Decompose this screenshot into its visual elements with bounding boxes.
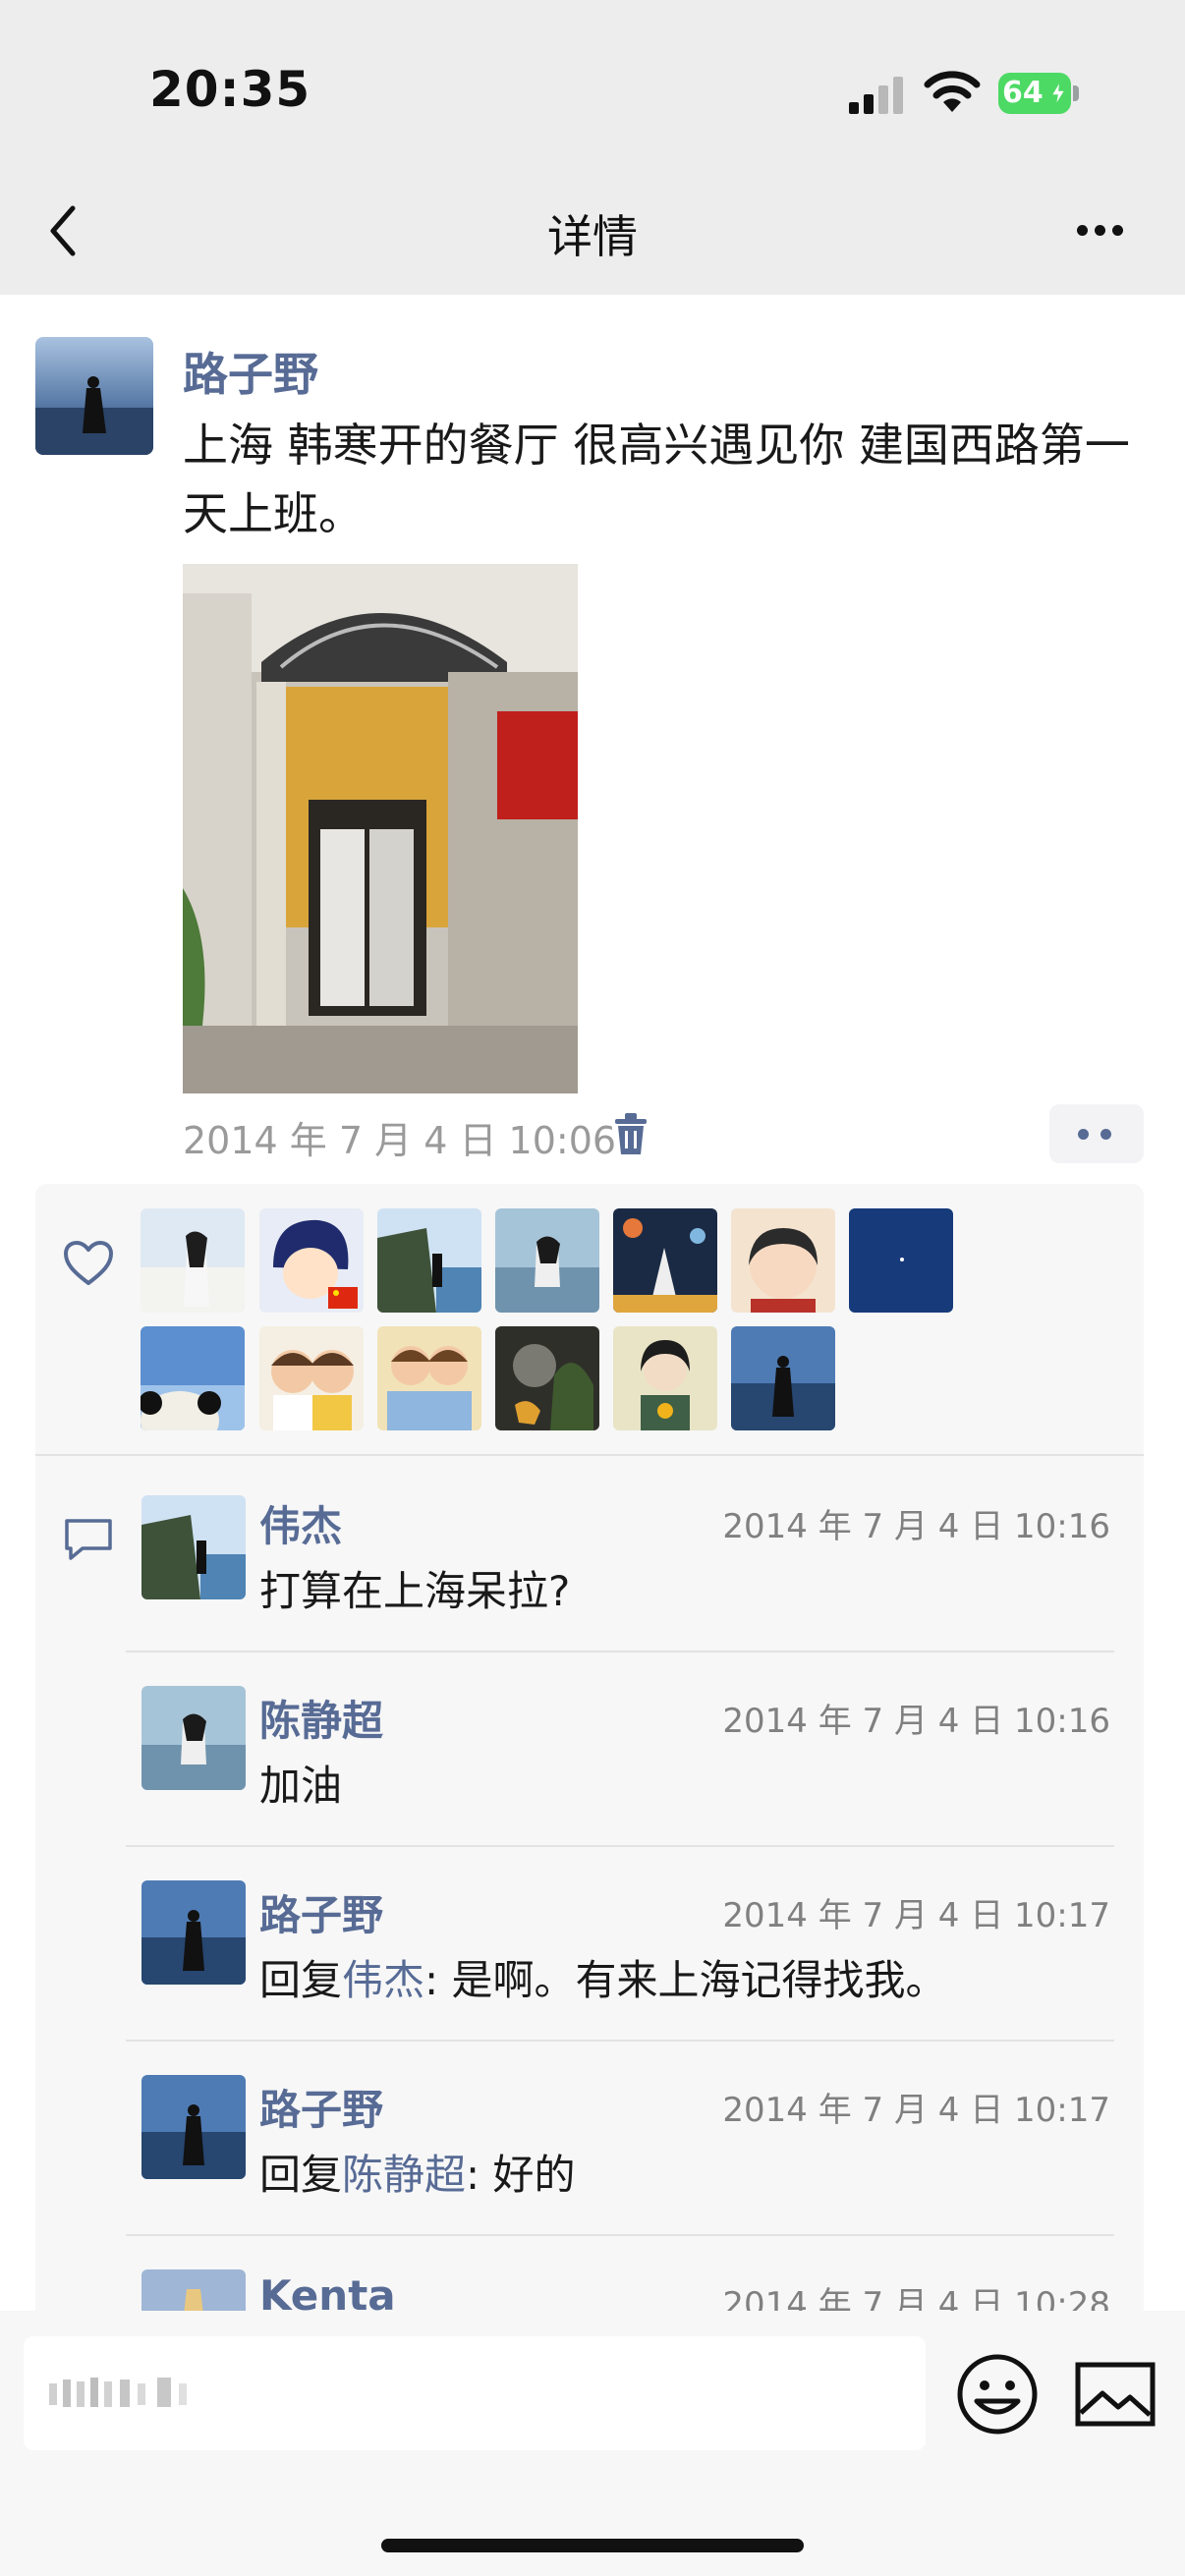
commenter-avatar[interactable] xyxy=(141,1880,246,1985)
reply-to-name[interactable]: 伟杰 xyxy=(342,1956,424,2004)
comment-divider xyxy=(126,1845,1114,1847)
comment-divider xyxy=(126,1651,1114,1652)
post-timestamp: 2014 年 7 月 4 日 10:06 xyxy=(183,1119,617,1162)
top-bar: 20:35 64 详情 xyxy=(0,0,1185,295)
wifi-icon xyxy=(924,71,981,112)
commenter-avatar[interactable] xyxy=(141,1686,246,1790)
liker-avatar[interactable] xyxy=(495,1326,599,1430)
comment-timestamp: 2014 年 7 月 4 日 10:17 xyxy=(722,1896,1110,1935)
liker-avatar[interactable] xyxy=(141,1208,245,1313)
post-photo[interactable] xyxy=(183,564,578,1093)
comment-text[interactable]: 回复伟杰: 是啊。有来上海记得找我。 xyxy=(259,1947,947,2007)
liker-avatar[interactable] xyxy=(259,1208,364,1313)
emoji-icon[interactable] xyxy=(955,2352,1040,2436)
liker-avatar[interactable] xyxy=(613,1326,717,1430)
commenter-name[interactable]: 路子野 xyxy=(259,1882,383,1942)
liker-avatar[interactable] xyxy=(141,1326,245,1430)
heart-icon xyxy=(64,1241,113,1285)
reply-prefix: 回复 xyxy=(259,1956,343,2004)
comment-text[interactable]: 加油 xyxy=(259,1753,342,1813)
commenter-avatar[interactable] xyxy=(141,2075,246,2179)
liker-avatar[interactable] xyxy=(377,1326,481,1430)
commenter-name[interactable]: 路子野 xyxy=(259,2077,383,2137)
comment-divider xyxy=(126,2234,1114,2236)
reply-to-name[interactable]: 陈静超 xyxy=(342,2151,466,2199)
comment-timestamp: 2014 年 7 月 4 日 10:16 xyxy=(722,1507,1110,1546)
post-actions-button[interactable] xyxy=(1049,1104,1144,1163)
liker-avatar[interactable] xyxy=(377,1208,481,1313)
image-icon[interactable] xyxy=(1075,2362,1156,2427)
liker-avatar[interactable] xyxy=(495,1208,599,1313)
cellular-signal-icon xyxy=(849,77,903,114)
author-avatar[interactable] xyxy=(35,337,153,455)
comment-text[interactable]: 回复陈静超: 好的 xyxy=(259,2142,576,2202)
comment-text[interactable]: 打算在上海呆拉? xyxy=(259,1558,570,1618)
liker-avatar[interactable] xyxy=(731,1208,835,1313)
liker-avatar[interactable] xyxy=(259,1326,364,1430)
commenter-name[interactable]: 陈静超 xyxy=(259,1688,383,1748)
reply-body: : 好的 xyxy=(466,2151,576,2199)
comment-icon xyxy=(65,1519,112,1560)
home-indicator xyxy=(381,2539,804,2552)
author-name[interactable]: 路子野 xyxy=(183,339,318,404)
likes-divider xyxy=(35,1454,1144,1456)
comment-timestamp: 2014 年 7 月 4 日 10:16 xyxy=(722,1702,1110,1741)
commenter-name[interactable]: 伟杰 xyxy=(259,1493,342,1553)
status-time: 20:35 xyxy=(149,61,311,118)
liker-avatar[interactable] xyxy=(613,1208,717,1313)
commenter-avatar[interactable] xyxy=(141,1495,246,1599)
trash-icon[interactable] xyxy=(613,1113,649,1154)
page-title: 详情 xyxy=(547,210,638,263)
liker-avatar[interactable] xyxy=(731,1326,835,1430)
battery-indicator: 64 xyxy=(998,73,1079,114)
charging-bolt-icon xyxy=(1049,81,1067,106)
liker-avatar[interactable] xyxy=(849,1208,953,1313)
comment-timestamp: 2014 年 7 月 4 日 10:17 xyxy=(722,2091,1110,2130)
battery-level: 64 xyxy=(1002,76,1044,110)
post-text: 上海 韩寒开的餐厅 很高兴遇见你 建国西路第一天上班。 xyxy=(183,419,1130,540)
reply-body: : 是啊。有来上海记得找我。 xyxy=(424,1956,947,2004)
reply-prefix: 回复 xyxy=(259,2151,343,2199)
comment-divider xyxy=(126,2040,1114,2042)
draft-text-blurred xyxy=(49,2378,187,2407)
more-options-button[interactable] xyxy=(1071,216,1130,246)
